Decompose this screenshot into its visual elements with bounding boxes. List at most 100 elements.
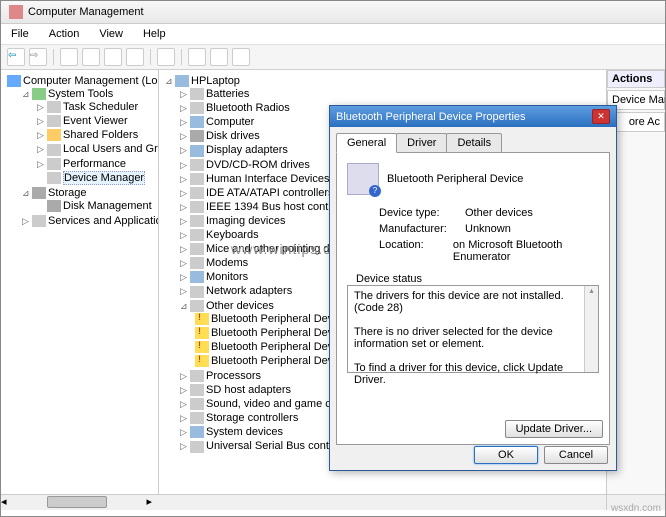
toolbar-button[interactable] [82, 48, 100, 66]
horizontal-scrollbar[interactable]: ◂▸ [1, 494, 159, 510]
tab-driver[interactable]: Driver [396, 133, 447, 152]
event-icon [47, 115, 61, 127]
disk-icon [190, 130, 204, 142]
status-line: To find a driver for this device, click … [354, 362, 592, 386]
other-icon [190, 300, 204, 312]
toolbar-button[interactable] [210, 48, 228, 66]
tree-local-users[interactable]: ▷Local Users and Groups [37, 142, 158, 156]
tree-disk-mgmt[interactable]: Disk Management [37, 199, 158, 213]
navigation-pane: Computer Management (Local ⊿System Tools… [1, 70, 159, 510]
tree-storage[interactable]: ⊿Storage Disk Management [22, 186, 158, 214]
cpu-icon [190, 370, 204, 382]
manufacturer-value: Unknown [465, 223, 511, 235]
tab-content-general: Bluetooth Peripheral Device Device type:… [336, 153, 610, 445]
monitor-icon [190, 271, 204, 283]
menu-bar: File Action View Help [1, 24, 665, 45]
window-titlebar: Computer Management [1, 1, 665, 24]
close-button[interactable]: ✕ [592, 109, 610, 124]
dialog-titlebar[interactable]: Bluetooth Peripheral Device Properties ✕ [330, 106, 616, 127]
computer-icon [190, 116, 204, 128]
menu-help[interactable]: Help [139, 26, 170, 42]
tree-root[interactable]: Computer Management (Local ⊿System Tools… [7, 74, 158, 229]
tab-strip: General Driver Details [336, 133, 610, 153]
bluetooth-icon [190, 102, 204, 114]
menu-file[interactable]: File [7, 26, 33, 42]
device-batteries[interactable]: ▷Batteries [180, 87, 606, 101]
tab-general[interactable]: General [336, 133, 397, 153]
cancel-button[interactable]: Cancel [544, 446, 608, 464]
toolbar-button[interactable] [104, 48, 122, 66]
manufacturer-label: Manufacturer: [379, 223, 465, 235]
scroll-arrow-left[interactable]: ◂ [1, 495, 7, 510]
system-icon [190, 426, 204, 438]
network-icon [190, 286, 204, 298]
app-icon [9, 5, 23, 19]
menu-view[interactable]: View [95, 26, 127, 42]
dialog-title: Bluetooth Peripheral Device Properties [336, 111, 526, 123]
tree-services[interactable]: ▷Services and Applications [22, 214, 158, 228]
warning-icon [195, 355, 209, 367]
toolbar-button[interactable] [126, 48, 144, 66]
device-status-box: The drivers for this device are not inst… [347, 285, 599, 373]
clock-icon [47, 101, 61, 113]
scroll-arrow-right[interactable]: ▸ [147, 495, 153, 510]
toolbar [1, 45, 665, 70]
device-name: Bluetooth Peripheral Device [387, 173, 523, 185]
warning-icon [195, 313, 209, 325]
toolbar-button[interactable] [232, 48, 250, 66]
ide-icon [190, 187, 204, 199]
device-manager-icon [47, 172, 61, 184]
users-icon [47, 144, 61, 156]
toolbar-button[interactable] [60, 48, 78, 66]
tree-task-scheduler[interactable]: ▷Task Scheduler [37, 100, 158, 114]
ok-button[interactable]: OK [474, 446, 538, 464]
status-line: The drivers for this device are not inst… [354, 290, 592, 314]
warning-icon [195, 341, 209, 353]
device-type-label: Device type: [379, 207, 465, 219]
device-type-value: Other devices [465, 207, 533, 219]
properties-dialog: Bluetooth Peripheral Device Properties ✕… [329, 105, 617, 471]
device-status-label: Device status [353, 273, 425, 285]
tree-device-manager[interactable]: Device Manager [37, 171, 158, 185]
back-button[interactable] [7, 48, 25, 66]
tree-event-viewer[interactable]: ▷Event Viewer [37, 114, 158, 128]
modem-icon [190, 257, 204, 269]
location-value: on Microsoft Bluetooth Enumerator [453, 239, 599, 263]
battery-icon [190, 88, 204, 100]
ieee-icon [190, 201, 204, 213]
tree-shared-folders[interactable]: ▷Shared Folders [37, 128, 158, 142]
credit-text: wsxdn.com [611, 503, 661, 514]
scroll-thumb[interactable] [47, 496, 107, 508]
forward-button[interactable] [29, 48, 47, 66]
device-icon [347, 163, 379, 195]
status-scrollbar[interactable] [584, 286, 598, 372]
storage-icon [32, 187, 46, 199]
separator [53, 49, 54, 65]
warning-icon [195, 327, 209, 339]
sd-icon [190, 384, 204, 396]
tree-systools[interactable]: ⊿System Tools ▷Task Scheduler ▷Event Vie… [22, 87, 158, 186]
actions-header: Actions [607, 70, 665, 88]
window-title: Computer Management [28, 6, 144, 18]
hid-icon [190, 173, 204, 185]
tree-performance[interactable]: ▷Performance [37, 157, 158, 171]
status-line: There is no driver selected for the devi… [354, 326, 592, 350]
tools-icon [32, 88, 46, 100]
update-driver-button[interactable]: Update Driver... [505, 420, 603, 438]
storage-ctl-icon [190, 412, 204, 424]
location-label: Location: [379, 239, 453, 263]
tab-details[interactable]: Details [446, 133, 502, 152]
camera-icon [190, 215, 204, 227]
sound-icon [190, 398, 204, 410]
perf-icon [47, 158, 61, 170]
display-icon [190, 145, 204, 157]
computer-icon [7, 75, 21, 87]
separator [181, 49, 182, 65]
keyboard-icon [190, 229, 204, 241]
toolbar-button[interactable] [188, 48, 206, 66]
toolbar-button[interactable] [157, 48, 175, 66]
folder-icon [47, 129, 61, 141]
menu-action[interactable]: Action [45, 26, 84, 42]
services-icon [32, 215, 46, 227]
mouse-icon [190, 243, 204, 255]
